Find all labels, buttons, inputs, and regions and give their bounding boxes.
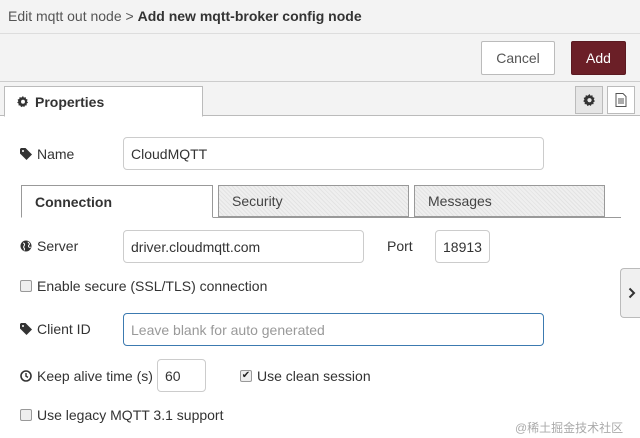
- gear-icon: [582, 93, 596, 107]
- port-label: Port: [387, 238, 413, 254]
- tag-icon: [20, 148, 32, 160]
- gear-icon: [17, 95, 29, 108]
- clean-session-row: ✔ Use clean session: [240, 368, 371, 384]
- breadcrumb-separator: >: [125, 8, 134, 24]
- name-label-row: Name: [20, 146, 74, 162]
- keepalive-input[interactable]: 60: [157, 359, 206, 392]
- add-button[interactable]: Add: [571, 41, 626, 75]
- legacy-row: Use legacy MQTT 3.1 support: [20, 407, 223, 423]
- tab-settings-button[interactable]: [575, 86, 603, 114]
- breadcrumb-parent[interactable]: Edit mqtt out node: [8, 8, 122, 24]
- tls-checkbox[interactable]: [20, 280, 32, 292]
- legacy-label: Use legacy MQTT 3.1 support: [37, 407, 224, 423]
- tag-icon: [20, 323, 32, 335]
- keepalive-label-row: Keep alive time (s): [20, 368, 153, 384]
- tls-row: Enable secure (SSL/TLS) connection: [20, 278, 267, 294]
- breadcrumb: Edit mqtt out node > Add new mqtt-broker…: [0, 0, 640, 34]
- tls-label: Enable secure (SSL/TLS) connection: [37, 278, 268, 294]
- clock-icon: [20, 370, 32, 382]
- client-id-label: Client ID: [37, 321, 91, 337]
- panel-tab-bar: Properties: [0, 82, 640, 117]
- keepalive-label: Keep alive time (s): [37, 368, 153, 384]
- clean-session-checkbox[interactable]: ✔: [240, 370, 252, 382]
- server-label-row: Server: [20, 238, 78, 254]
- port-input[interactable]: 18913: [435, 230, 490, 263]
- watermark: @稀土掘金技术社区: [515, 421, 624, 435]
- server-input[interactable]: driver.cloudmqtt.com: [123, 230, 364, 263]
- config-tabs: Connection Security Messages: [21, 185, 621, 218]
- sidebar-expand-handle[interactable]: [620, 268, 640, 318]
- dialog-toolbar: Cancel Add: [0, 34, 640, 82]
- tab-connection[interactable]: Connection: [21, 185, 213, 218]
- client-id-label-row: Client ID: [20, 321, 91, 337]
- breadcrumb-current: Add new mqtt-broker config node: [137, 8, 362, 24]
- client-id-placeholder: Leave blank for auto generated: [131, 321, 325, 338]
- tab-security[interactable]: Security: [218, 185, 409, 217]
- client-id-input[interactable]: Leave blank for auto generated: [123, 313, 544, 346]
- tab-messages[interactable]: Messages: [414, 185, 605, 217]
- name-input[interactable]: CloudMQTT: [123, 137, 544, 170]
- chevron-right-icon: [628, 287, 636, 299]
- server-label: Server: [37, 238, 79, 254]
- document-icon: [615, 93, 627, 107]
- tab-properties-label: Properties: [35, 93, 105, 110]
- clean-session-label: Use clean session: [257, 368, 371, 384]
- cancel-button[interactable]: Cancel: [481, 41, 555, 75]
- legacy-checkbox[interactable]: [20, 409, 32, 421]
- name-label: Name: [37, 146, 75, 162]
- tab-description-button[interactable]: [607, 86, 635, 114]
- tab-properties[interactable]: Properties: [4, 86, 203, 117]
- globe-icon: [20, 240, 32, 252]
